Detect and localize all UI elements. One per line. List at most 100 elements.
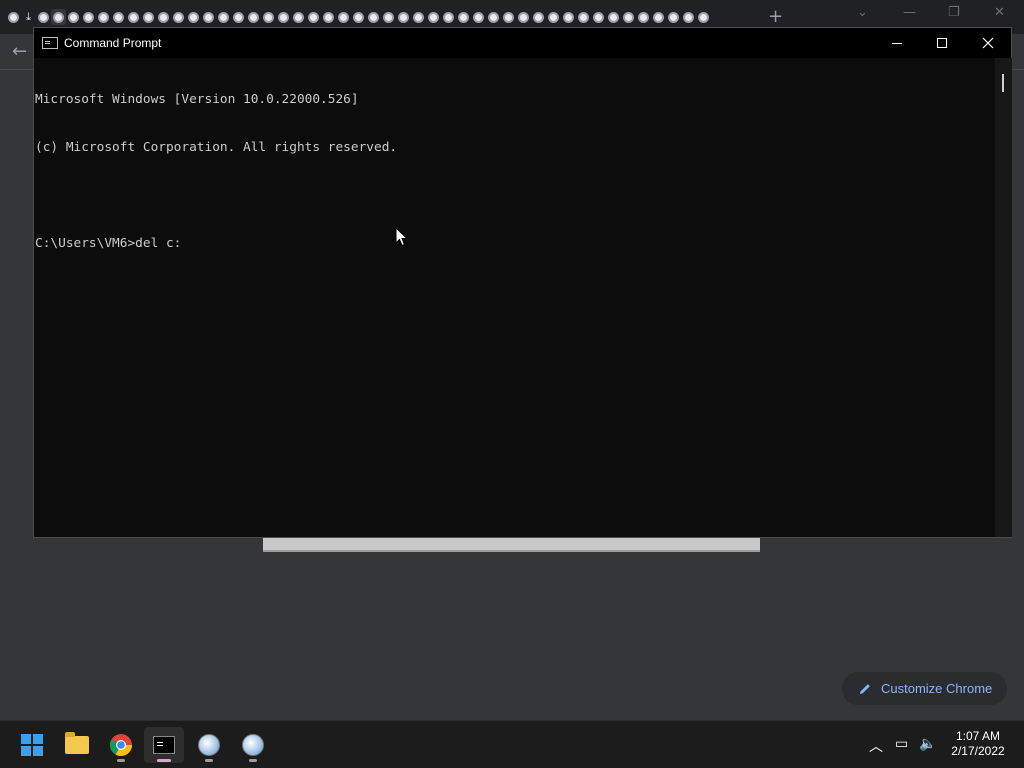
- tab-favicon-icon: [458, 11, 469, 23]
- browser-tab[interactable]: [276, 9, 291, 25]
- tab-favicon-icon: [83, 11, 94, 23]
- cmd-app-icon: [42, 37, 58, 49]
- browser-tab[interactable]: [156, 9, 171, 25]
- chrome-close-icon[interactable]: ✕: [994, 5, 1005, 20]
- browser-tab[interactable]: [456, 9, 471, 25]
- browser-tab[interactable]: [111, 9, 126, 25]
- browser-tab[interactable]: [306, 9, 321, 25]
- close-button[interactable]: [965, 28, 1011, 58]
- browser-tab[interactable]: [666, 9, 681, 25]
- globe-app-button-2[interactable]: [233, 727, 273, 763]
- browser-tab[interactable]: [171, 9, 186, 25]
- volume-icon[interactable]: 🔈: [919, 736, 936, 752]
- browser-tab[interactable]: [141, 9, 156, 25]
- browser-tab[interactable]: [321, 9, 336, 25]
- running-indicator: [249, 759, 257, 762]
- tab-favicon-icon: [668, 11, 679, 23]
- console-output[interactable]: Microsoft Windows [Version 10.0.22000.52…: [34, 58, 994, 537]
- browser-tab[interactable]: [351, 9, 366, 25]
- chrome-minimize-icon[interactable]: —: [903, 5, 916, 20]
- tab-favicon-icon: [323, 11, 334, 23]
- globe-icon: [242, 734, 264, 756]
- tab-favicon-icon: [188, 11, 199, 23]
- browser-tab[interactable]: [36, 9, 51, 25]
- tab-favicon-icon: [248, 11, 259, 23]
- tab-favicon-icon: [578, 11, 589, 23]
- command-prompt-window[interactable]: Command Prompt Microsoft Windows [Versio…: [33, 27, 1012, 538]
- globe-icon: [198, 734, 220, 756]
- globe-app-button-1[interactable]: [189, 727, 229, 763]
- browser-tab[interactable]: [336, 9, 351, 25]
- tab-favicon-icon: [203, 11, 214, 23]
- browser-tab[interactable]: [6, 9, 21, 25]
- network-icon[interactable]: ▭: [895, 736, 908, 752]
- browser-tab[interactable]: [186, 9, 201, 25]
- browser-tab[interactable]: [246, 9, 261, 25]
- cmd-title-bar[interactable]: Command Prompt: [34, 28, 1011, 58]
- browser-tab[interactable]: [126, 9, 141, 25]
- browser-tab[interactable]: [201, 9, 216, 25]
- maximize-button[interactable]: [919, 28, 965, 58]
- browser-tab[interactable]: [636, 9, 651, 25]
- command-prompt-taskbar-button[interactable]: [144, 727, 184, 763]
- browser-tab[interactable]: [441, 9, 456, 25]
- tab-favicon-icon: [563, 11, 574, 23]
- tab-favicon-icon: [398, 11, 409, 23]
- tab-favicon-icon: [413, 11, 424, 23]
- browser-tab[interactable]: [486, 9, 501, 25]
- tab-favicon-icon: [488, 11, 499, 23]
- tab-favicon-icon: [533, 11, 544, 23]
- browser-tab[interactable]: [216, 9, 231, 25]
- browser-tab[interactable]: [471, 9, 486, 25]
- new-tab-button[interactable]: +: [768, 6, 783, 27]
- start-button[interactable]: [12, 727, 52, 763]
- console-line: (c) Microsoft Corporation. All rights re…: [35, 140, 398, 155]
- browser-tab[interactable]: ⤓: [21, 9, 36, 25]
- system-clock[interactable]: 1:07 AM 2/17/2022: [940, 729, 1016, 759]
- tab-favicon-icon: [143, 11, 154, 23]
- browser-tab[interactable]: [531, 9, 546, 25]
- file-explorer-button[interactable]: [57, 727, 97, 763]
- browser-tab[interactable]: [396, 9, 411, 25]
- terminal-icon: [153, 736, 175, 754]
- browser-tab[interactable]: [426, 9, 441, 25]
- console-scrollbar[interactable]: [995, 58, 1012, 537]
- browser-tab[interactable]: [51, 9, 66, 25]
- browser-tab[interactable]: [546, 9, 561, 25]
- browser-tab[interactable]: [381, 9, 396, 25]
- browser-tab[interactable]: [231, 9, 246, 25]
- tab-favicon-icon: [308, 11, 319, 23]
- customize-chrome-button[interactable]: Customize Chrome: [842, 672, 1007, 705]
- browser-tab[interactable]: [606, 9, 621, 25]
- browser-tab[interactable]: [621, 9, 636, 25]
- browser-tab[interactable]: [261, 9, 276, 25]
- browser-tab[interactable]: [576, 9, 591, 25]
- back-arrow-icon[interactable]: ←: [12, 41, 27, 62]
- tab-favicon-icon: [113, 11, 124, 23]
- browser-tab[interactable]: [651, 9, 666, 25]
- tab-search-icon[interactable]: ⌄: [857, 5, 868, 20]
- tab-favicon-icon: [593, 11, 604, 23]
- clock-date: 2/17/2022: [951, 744, 1005, 758]
- pencil-icon: [860, 683, 870, 694]
- browser-tab[interactable]: [696, 9, 711, 25]
- browser-tab[interactable]: [96, 9, 111, 25]
- minimize-icon: [892, 42, 902, 44]
- browser-tab[interactable]: [681, 9, 696, 25]
- show-hidden-icons-chevron-icon[interactable]: ︿: [869, 736, 883, 756]
- chrome-taskbar-button[interactable]: [101, 727, 141, 763]
- tab-favicon-icon: [173, 11, 184, 23]
- scrollbar-thumb[interactable]: [1002, 74, 1004, 92]
- minimize-button[interactable]: [874, 28, 920, 58]
- chrome-restore-icon[interactable]: ❐: [948, 5, 960, 20]
- browser-tab[interactable]: [591, 9, 606, 25]
- browser-tab[interactable]: [291, 9, 306, 25]
- browser-tab[interactable]: [366, 9, 381, 25]
- browser-tab[interactable]: [411, 9, 426, 25]
- browser-tab[interactable]: [81, 9, 96, 25]
- browser-tab[interactable]: [561, 9, 576, 25]
- tab-favicon-icon: [443, 11, 454, 23]
- browser-tab[interactable]: [516, 9, 531, 25]
- browser-tab[interactable]: [501, 9, 516, 25]
- browser-tab[interactable]: [66, 9, 81, 25]
